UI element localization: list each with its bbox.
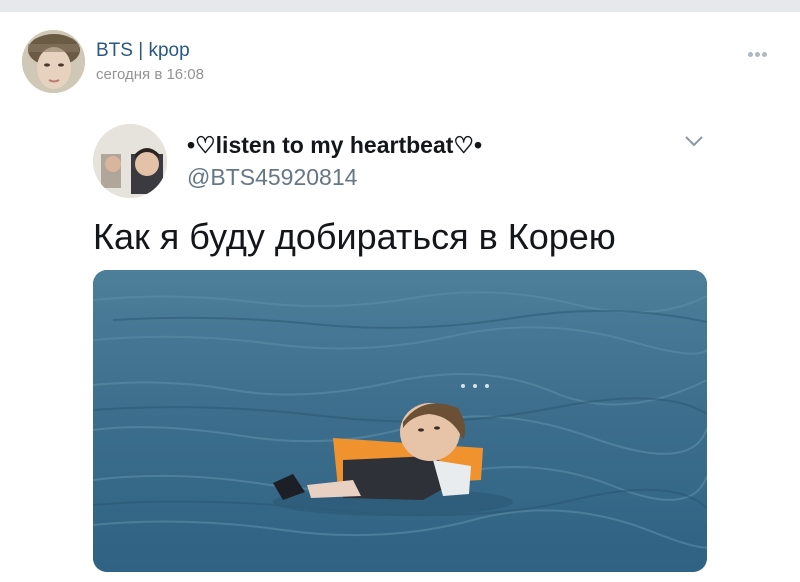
group-name-link[interactable]: BTS | kpop [96, 40, 190, 62]
tweet-text: Как я буду добираться в Корею [93, 216, 616, 257]
tweet-photo[interactable] [93, 270, 707, 572]
chevron-down-icon[interactable] [683, 134, 705, 148]
swimmer-photo [93, 270, 707, 572]
group-avatar[interactable] [22, 30, 85, 93]
tweet-handle: @BTS45920814 [187, 164, 358, 190]
tweet-display-name: •♡listen to my heartbeat♡• [187, 132, 483, 158]
post-timestamp[interactable]: сегодня в 16:08 [96, 66, 204, 83]
post-header: BTS | kpop сегодня в 16:08 [22, 30, 782, 94]
tweet-avatar-image [93, 124, 167, 198]
tweet-avatar [93, 124, 167, 198]
embedded-tweet: •♡listen to my heartbeat♡• @BTS45920814 … [93, 124, 713, 574]
more-dots-icon[interactable] [748, 44, 772, 58]
top-divider [0, 0, 800, 12]
group-avatar-image [22, 30, 85, 93]
